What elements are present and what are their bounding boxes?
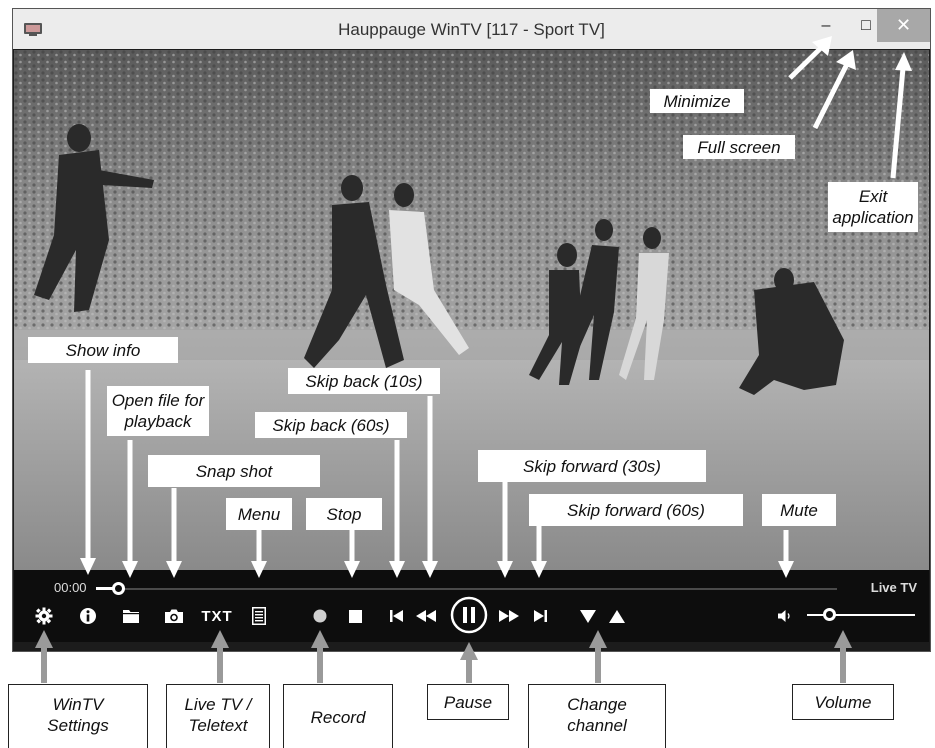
minimize-button[interactable]: –: [806, 9, 846, 42]
callout-exit-application: Exit application: [828, 182, 918, 232]
record-button[interactable]: [309, 604, 331, 628]
gear-icon: [35, 607, 53, 625]
camera-icon: [165, 609, 183, 623]
callout-volume: Volume: [792, 684, 894, 720]
callout-show-info: Show info: [28, 337, 178, 363]
maximize-icon: □: [861, 17, 871, 34]
callout-skip-back-10: Skip back (10s): [288, 368, 440, 394]
snapshot-button[interactable]: [161, 604, 187, 628]
menu-button[interactable]: [248, 604, 270, 628]
close-button[interactable]: ✕: [877, 9, 930, 42]
minimize-icon: –: [821, 17, 831, 34]
channel-up-icon: [609, 609, 625, 623]
wintv-window: Hauppauge WinTV [117 - Sport TV] – □ ✕ 0…: [12, 8, 931, 652]
title-bar[interactable]: Hauppauge WinTV [117 - Sport TV] – □ ✕: [13, 9, 930, 49]
callout-minimize: Minimize: [650, 89, 744, 113]
callout-open-file: Open file for playback: [107, 386, 209, 436]
video-area[interactable]: [14, 50, 929, 570]
channel-up-button[interactable]: [606, 604, 628, 628]
speaker-icon: [778, 610, 790, 622]
teletext-label: TXT: [201, 607, 233, 625]
info-button[interactable]: [76, 604, 100, 628]
skip-forward-30-icon: [499, 610, 519, 622]
callout-snap-shot: Snap shot: [148, 455, 320, 487]
settings-button[interactable]: [32, 604, 56, 628]
callout-stop: Stop: [306, 498, 382, 530]
pause-icon: [450, 596, 488, 634]
teletext-button[interactable]: TXT: [198, 604, 236, 628]
skip-forward-60-button[interactable]: [530, 604, 550, 628]
screenshot-stage: Hauppauge WinTV [117 - Sport TV] – □ ✕ 0…: [0, 0, 935, 748]
control-bar: 00:00 Live TV TXT: [14, 570, 929, 642]
window-title: Hauppauge WinTV [117 - Sport TV]: [338, 20, 605, 39]
callout-skip-forward-30: Skip forward (30s): [478, 450, 706, 482]
skip-back-10-icon: [416, 610, 436, 622]
skip-forward-30-button[interactable]: [495, 604, 523, 628]
callout-menu: Menu: [226, 498, 292, 530]
callout-wintv-settings: WinTV Settings: [8, 684, 148, 748]
folder-icon: [123, 610, 139, 623]
live-tv-label: Live TV: [870, 580, 917, 595]
skip-forward-60-icon: [533, 610, 547, 622]
video-frame-image: [14, 50, 929, 570]
callout-change-channel: Change channel: [528, 684, 666, 748]
callout-live-tv-teletext: Live TV / Teletext: [166, 684, 270, 748]
time-label: 00:00: [54, 580, 87, 595]
info-icon: [80, 608, 96, 624]
callout-skip-back-60: Skip back (60s): [255, 412, 407, 438]
callout-pause: Pause: [427, 684, 509, 720]
pause-button[interactable]: [450, 596, 488, 634]
close-icon: ✕: [895, 15, 912, 35]
skip-back-60-button[interactable]: [386, 604, 406, 628]
open-file-button[interactable]: [119, 604, 143, 628]
callout-mute: Mute: [762, 494, 836, 526]
seek-thumb[interactable]: [112, 582, 125, 595]
seek-bar[interactable]: [119, 588, 837, 590]
stop-icon: [348, 609, 362, 623]
menu-list-icon: [252, 607, 266, 625]
skip-back-60-icon: [389, 610, 403, 622]
volume-thumb[interactable]: [822, 608, 836, 621]
skip-back-10-button[interactable]: [412, 604, 440, 628]
record-icon: [313, 609, 327, 623]
stop-button[interactable]: [344, 604, 366, 628]
channel-down-icon: [580, 609, 596, 623]
callout-skip-forward-60: Skip forward (60s): [529, 494, 743, 526]
callout-record: Record: [283, 684, 393, 748]
mute-button[interactable]: [774, 604, 796, 628]
channel-down-button[interactable]: [577, 604, 599, 628]
callout-full-screen: Full screen: [683, 135, 795, 159]
